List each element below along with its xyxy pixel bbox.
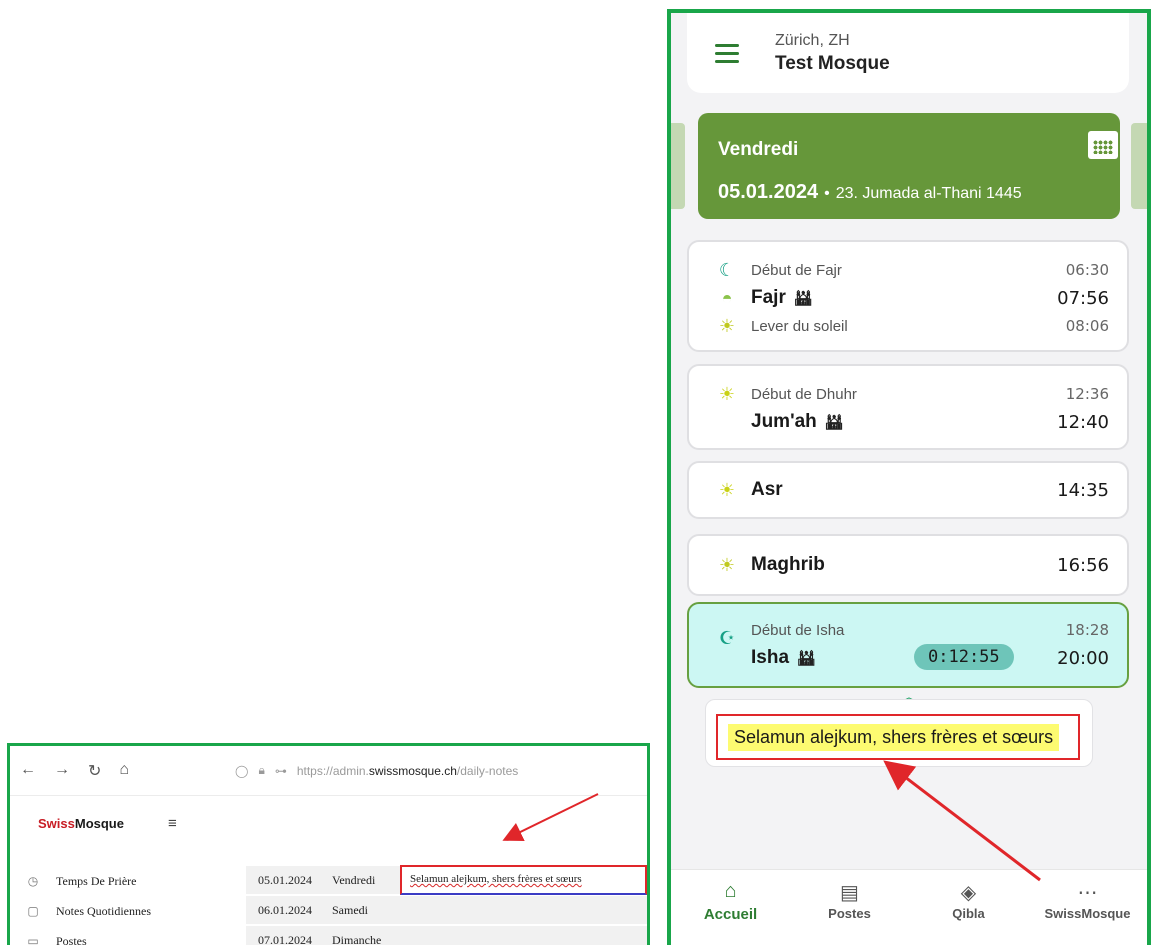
- sidebar-item-label: Postes: [56, 933, 87, 945]
- city-label: Zürich, ZH: [775, 31, 850, 49]
- home-icon[interactable]: ⌂: [119, 761, 129, 781]
- sun-icon: ☀: [718, 384, 736, 404]
- prayer-card-asr[interactable]: ☀ Asr 14:35: [687, 461, 1129, 519]
- back-icon[interactable]: ←: [20, 761, 36, 781]
- reload-icon[interactable]: ↻: [88, 761, 101, 781]
- hijri-date: 23. Jumada al-Thani 1445: [835, 185, 1022, 202]
- mosque-icon: 🕌︎: [824, 414, 844, 431]
- row-date: 07.01.2024: [258, 932, 312, 945]
- sidebar-item-posts[interactable]: ▭ Postes: [10, 926, 246, 945]
- weekday-label: Vendredi: [718, 139, 799, 160]
- previous-day-card[interactable]: [671, 123, 685, 209]
- row-day: Samedi: [332, 902, 368, 917]
- table-row: 06.01.2024 Samedi: [246, 896, 647, 926]
- countdown-badge: 0:12:55: [914, 644, 1014, 670]
- forward-icon[interactable]: →: [54, 761, 70, 781]
- sidebar-item-prayer-times[interactable]: ◷ Temps De Prière: [10, 866, 246, 896]
- prayer-card-isha[interactable]: Début de Isha 18:28 ☪ Isha 🕌︎ 20:00 0:12:…: [687, 602, 1129, 688]
- url-text[interactable]: https://admin.swissmosque.ch/daily-notes: [297, 764, 518, 778]
- clock-icon: ◷: [27, 873, 39, 888]
- annotation-highlight-box: Selamun alejkum, shers frères et sœurs: [716, 714, 1080, 760]
- daily-notes-table: 05.01.2024 Vendredi Selamun alejkum, she…: [246, 796, 647, 945]
- row-day: Vendredi: [332, 872, 376, 887]
- compass-icon: ◈: [960, 882, 977, 904]
- sunset-icon: ☀: [718, 554, 736, 575]
- crescent-moon-icon: ☾: [718, 259, 736, 280]
- row-day: Dimanche: [332, 932, 382, 945]
- dawn-icon: ◓: [721, 287, 733, 308]
- mobile-app-screen: Zürich, ZH Test Mosque Vendredi 05.01.20…: [667, 9, 1151, 945]
- chat-icon: ▭: [27, 933, 39, 945]
- document-icon: ▤: [840, 882, 859, 904]
- tab-accueil[interactable]: ⌂ Accueil: [671, 870, 790, 945]
- note-icon: ▢: [27, 903, 39, 918]
- admin-browser-window: ← → ↻ ⌂ ◯ 🔒︎ ⊶ https://admin.swissmosque…: [7, 743, 650, 945]
- sidebar-item-label: Temps De Prière: [56, 873, 137, 888]
- lock-icon: 🔒︎: [258, 763, 265, 777]
- prayer-card-fajr[interactable]: ☾ Début de Fajr 06:30 ◓ Fajr 🕌︎ 07:56 ☀ L…: [687, 240, 1129, 352]
- date-label: 05.01.2024 • 23. Jumada al-Thani 1445: [718, 181, 1022, 203]
- app-header: Zürich, ZH Test Mosque: [687, 13, 1129, 93]
- row-date: 05.01.2024: [258, 872, 312, 887]
- browser-toolbar: ← → ↻ ⌂ ◯ 🔒︎ ⊶ https://admin.swissmosque…: [10, 746, 647, 796]
- date-card[interactable]: Vendredi 05.01.2024 • 23. Jumada al-Thani …: [698, 113, 1120, 219]
- calendar-icon[interactable]: [1088, 131, 1118, 159]
- tab-postes[interactable]: ▤ Postes: [790, 870, 909, 945]
- daily-note-text: Selamun alejkum, shers frères et sœurs: [728, 723, 1060, 751]
- home-icon: ⌂: [724, 880, 737, 902]
- key-icon: ⊶: [274, 763, 287, 778]
- mosque-icon: 🕌︎: [793, 290, 813, 307]
- next-day-card[interactable]: [1131, 123, 1147, 209]
- sidebar-item-label: Notes Quotidiennes: [56, 903, 151, 918]
- sidebar-item-daily-notes[interactable]: ▢ Notes Quotidiennes: [10, 896, 246, 926]
- browser-nav-buttons: ← → ↻ ⌂: [20, 761, 235, 781]
- menu-icon[interactable]: ≡: [168, 815, 177, 832]
- sunrise-icon: ☀: [718, 315, 736, 336]
- tab-swissmosque[interactable]: ⋯ SwissMosque: [1028, 870, 1147, 945]
- daily-note-card: Selamun alejkum, shers frères et sœurs: [705, 699, 1093, 767]
- prayer-card-maghrib[interactable]: ☀ Maghrib 16:56: [687, 534, 1129, 596]
- admin-sidebar: SwissMosque ≡ ◷ Temps De Prière ▢ Notes …: [10, 796, 246, 945]
- address-bar[interactable]: ◯ 🔒︎ ⊶ https://admin.swissmosque.ch/dail…: [235, 763, 518, 778]
- table-row: 05.01.2024 Vendredi Selamun alejkum, she…: [246, 865, 647, 896]
- tab-qibla[interactable]: ◈ Qibla: [909, 870, 1028, 945]
- row-date: 06.01.2024: [258, 902, 312, 917]
- daily-note-input[interactable]: Selamun alejkum, shers frères et sœurs: [400, 865, 647, 895]
- table-row: 07.01.2024 Dimanche: [246, 926, 647, 945]
- mosque-name[interactable]: Test Mosque: [775, 53, 890, 75]
- brand-logo[interactable]: SwissMosque: [38, 816, 124, 831]
- more-icon: ⋯: [1077, 882, 1098, 904]
- prayer-card-dhuhr[interactable]: Début de Dhuhr 12:36 ☀ Jum'ah 🕌︎ 12:40: [687, 364, 1129, 450]
- shield-icon: ◯: [235, 763, 249, 778]
- bottom-navigation: ⌂ Accueil ▤ Postes ◈ Qibla ⋯ SwissMosque: [671, 869, 1147, 945]
- mosque-icon: 🕌︎: [797, 650, 817, 667]
- sun-icon: ☀: [718, 479, 736, 500]
- hamburger-menu-icon[interactable]: [715, 43, 739, 63]
- screenshot-composite: ← → ↻ ⌂ ◯ 🔒︎ ⊶ https://admin.swissmosque…: [0, 0, 1153, 945]
